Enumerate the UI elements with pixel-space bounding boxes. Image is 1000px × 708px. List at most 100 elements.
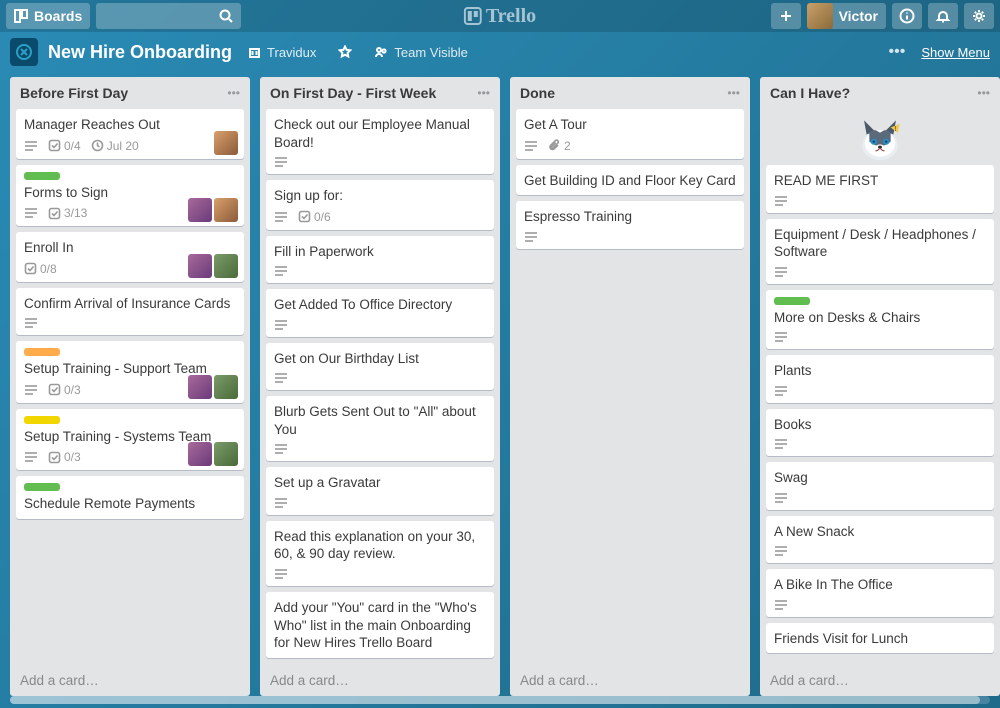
info-button[interactable]	[892, 3, 922, 29]
card-label	[24, 348, 60, 356]
boards-icon	[14, 9, 28, 23]
card[interactable]: READ ME FIRST	[766, 165, 994, 213]
description-icon	[24, 384, 38, 396]
checklist-badge: 0/8	[24, 262, 57, 276]
horizontal-scrollbar-track[interactable]	[10, 696, 990, 704]
add-card-button[interactable]: Add a card…	[10, 665, 250, 696]
create-button[interactable]	[771, 3, 801, 29]
horizontal-scrollbar-thumb[interactable]	[10, 696, 980, 704]
member-avatar[interactable]	[214, 442, 238, 466]
card[interactable]: Fill in Paperwork	[266, 236, 494, 284]
card[interactable]: Get Building ID and Floor Key Card	[516, 165, 744, 196]
list-title[interactable]: Done	[520, 85, 727, 101]
add-card-button[interactable]: Add a card…	[510, 665, 750, 696]
card[interactable]: Get on Our Birthday List	[266, 343, 494, 391]
card[interactable]: Books	[766, 409, 994, 457]
card[interactable]: Schedule Remote Payments	[16, 476, 244, 519]
card[interactable]: Manager Reaches Out0/4Jul 20	[16, 109, 244, 159]
search-icon	[219, 9, 233, 23]
list: Can I Have? ••• ! READ ME FIRST Equipment…	[760, 77, 1000, 696]
card-title: Sign up for:	[274, 187, 486, 205]
card-label	[24, 416, 60, 424]
board-visibility[interactable]: Team Visible	[368, 41, 473, 64]
description-icon	[24, 207, 38, 219]
list-title[interactable]: Can I Have?	[770, 85, 977, 101]
card[interactable]: A Bike In The Office	[766, 569, 994, 617]
member-avatar[interactable]	[214, 375, 238, 399]
card[interactable]: Get A Tour2	[516, 109, 744, 159]
boards-button[interactable]: Boards	[6, 3, 90, 29]
member-avatar[interactable]	[188, 254, 212, 278]
card[interactable]: Set up a Gravatar	[266, 467, 494, 515]
card-title: Manager Reaches Out	[24, 116, 236, 134]
board-org[interactable]: Travidux	[242, 41, 322, 64]
checklist-badge: 0/3	[48, 450, 81, 464]
husky-sticker: !	[766, 109, 994, 165]
card[interactable]: Forms to Sign3/13	[16, 165, 244, 227]
list-title[interactable]: On First Day - First Week	[270, 85, 477, 101]
member-avatar[interactable]	[214, 198, 238, 222]
logo-icon	[464, 7, 482, 25]
org-icon	[248, 46, 261, 59]
add-card-button[interactable]: Add a card…	[760, 665, 1000, 696]
search-input[interactable]	[96, 3, 241, 29]
card[interactable]: Equipment / Desk / Headphones / Software	[766, 219, 994, 284]
card[interactable]: Confirm Arrival of Insurance Cards	[16, 288, 244, 336]
card[interactable]: Check out our Employee Manual Board!	[266, 109, 494, 174]
description-icon	[274, 568, 288, 580]
description-icon	[774, 385, 788, 397]
card-title: Schedule Remote Payments	[24, 495, 236, 513]
trello-logo[interactable]: Trello	[464, 5, 536, 28]
description-icon	[274, 156, 288, 168]
settings-button[interactable]	[964, 3, 994, 29]
user-menu[interactable]: Victor	[807, 3, 886, 29]
card-title: Get Added To Office Directory	[274, 296, 486, 314]
member-avatar[interactable]	[188, 442, 212, 466]
member-avatar[interactable]	[214, 131, 238, 155]
description-icon	[274, 443, 288, 455]
card[interactable]: A New Snack	[766, 516, 994, 564]
notifications-button[interactable]	[928, 3, 958, 29]
card[interactable]: Setup Training - Systems Team0/3	[16, 409, 244, 471]
card[interactable]: Swag	[766, 462, 994, 510]
add-card-button[interactable]: Add a card…	[260, 665, 500, 696]
card[interactable]: Blurb Gets Sent Out to "All" about You	[266, 396, 494, 461]
list-title[interactable]: Before First Day	[20, 85, 227, 101]
card[interactable]: Plants	[766, 355, 994, 403]
global-header: Boards Trello Victor	[0, 0, 1000, 32]
member-avatar[interactable]	[188, 375, 212, 399]
list: Before First Day •••Manager Reaches Out0…	[10, 77, 250, 696]
description-icon	[24, 317, 38, 329]
card[interactable]: Get Added To Office Directory	[266, 289, 494, 337]
svg-text:!: !	[894, 125, 896, 133]
list: Done ••• Get A Tour2 Get Building ID and F…	[510, 77, 750, 696]
card[interactable]: Add your "You" card in the "Who's Who" l…	[266, 592, 494, 658]
list-menu-button[interactable]: •••	[227, 86, 240, 100]
member-avatar[interactable]	[188, 198, 212, 222]
card[interactable]: Read this explanation on your 30, 60, & …	[266, 521, 494, 586]
card[interactable]: Sign up for:0/6	[266, 180, 494, 230]
card[interactable]: Enroll In0/8	[16, 232, 244, 282]
description-icon	[274, 497, 288, 509]
list-menu-button[interactable]: •••	[977, 86, 990, 100]
team-icon	[374, 45, 388, 59]
description-icon	[524, 231, 538, 243]
card[interactable]: Espresso Training	[516, 201, 744, 249]
card-title: Get on Our Birthday List	[274, 350, 486, 368]
card[interactable]: Setup Training - Support Team0/3	[16, 341, 244, 403]
description-icon	[774, 438, 788, 450]
card[interactable]: Friends Visit for Lunch	[766, 623, 994, 654]
board-menu-dots: •••	[889, 43, 906, 61]
star-board[interactable]	[332, 41, 358, 63]
member-avatar[interactable]	[214, 254, 238, 278]
list-menu-button[interactable]: •••	[727, 86, 740, 100]
show-menu-link[interactable]: Show Menu	[921, 45, 990, 60]
bell-icon	[935, 8, 951, 24]
list-menu-button[interactable]: •••	[477, 86, 490, 100]
board-canvas[interactable]: Before First Day •••Manager Reaches Out0…	[0, 72, 1000, 696]
card-label	[774, 297, 810, 305]
board-title[interactable]: New Hire Onboarding	[48, 42, 232, 63]
card[interactable]: More on Desks & Chairs	[766, 290, 994, 350]
description-icon	[24, 140, 38, 152]
card-title: Plants	[774, 362, 986, 380]
